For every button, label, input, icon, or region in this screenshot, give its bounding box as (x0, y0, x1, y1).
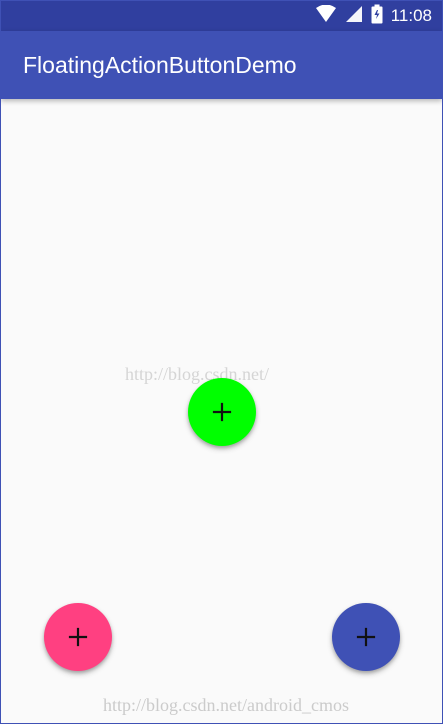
watermark-bottom: http://blog.csdn.net/android_cmos (103, 695, 349, 715)
fab-left[interactable] (44, 603, 112, 671)
app-title: FloatingActionButtonDemo (23, 52, 297, 78)
signal-icon (345, 5, 363, 28)
fab-right[interactable] (332, 603, 400, 671)
watermark-center: http://blog.csdn.net/ (125, 364, 269, 384)
status-time: 11:08 (390, 6, 432, 25)
fab-center[interactable] (188, 378, 256, 446)
status-bar: 11:08 (1, 1, 442, 31)
battery-icon (371, 4, 383, 29)
app-bar: FloatingActionButtonDemo (1, 31, 442, 99)
status-icons: 11:08 (315, 1, 432, 31)
content-area: http://blog.csdn.net/ http://blog.csdn.n… (1, 99, 442, 723)
plus-icon (355, 626, 377, 648)
plus-icon (67, 626, 89, 648)
plus-icon (211, 401, 233, 423)
device-screen: 11:08 FloatingActionButtonDemo http://bl… (0, 0, 443, 724)
wifi-icon (315, 4, 337, 28)
